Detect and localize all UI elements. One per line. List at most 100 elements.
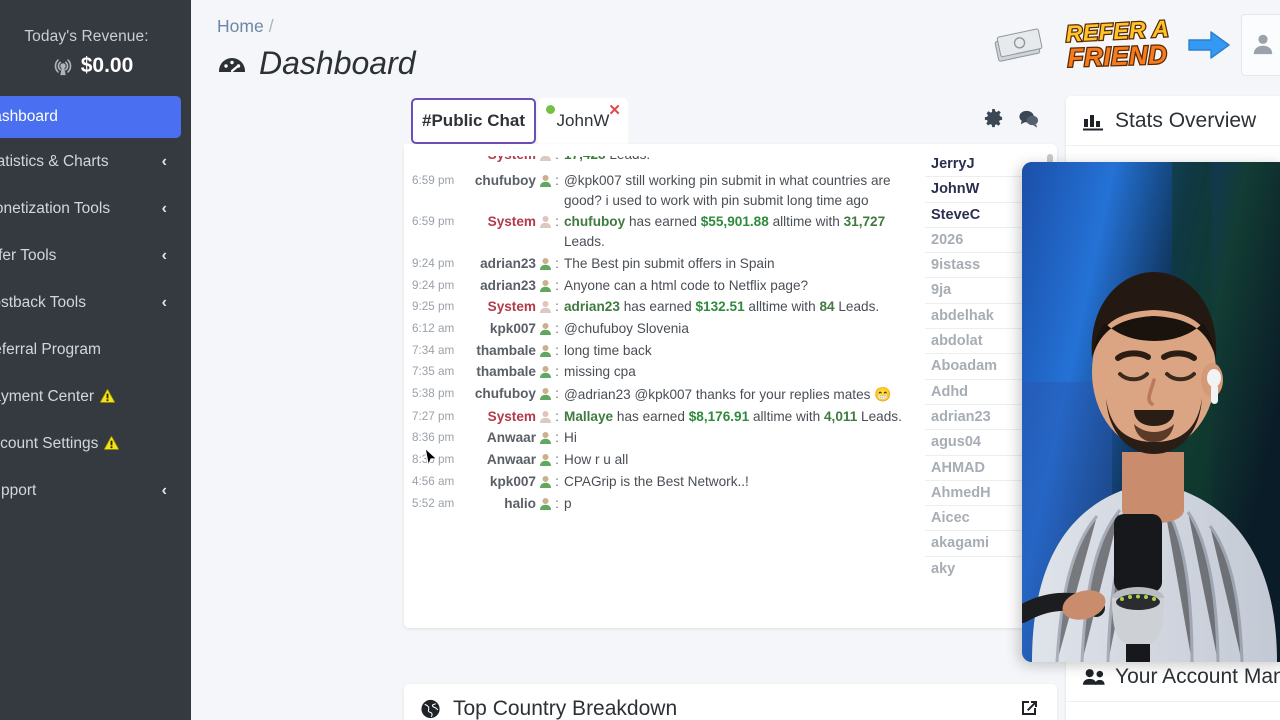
message-text: @adrian23 @kpk007 thanks for your replie… (562, 384, 904, 405)
message-text-part: @adrian23 @kpk007 thanks for your replie… (564, 387, 875, 403)
chat-message: 9:24 pm adrian23: Anyone can a html code t… (404, 275, 912, 297)
message-text: The Best pin submit offers in Spain (562, 254, 904, 274)
sidebar-item-dashboard[interactable]: Dashboard (0, 96, 181, 138)
message-timestamp: 4:56 am (412, 474, 455, 488)
message-author[interactable]: kpk007 (468, 472, 552, 492)
revenue-amount-row: $0.00 (0, 54, 191, 78)
tab-public-chat[interactable]: #Public Chat (411, 98, 536, 144)
chevron-left-icon[interactable]: ‹ (162, 153, 167, 171)
message-timestamp: 7:34 am (412, 343, 455, 357)
avatar-icon (539, 278, 552, 292)
sidebar-item-support[interactable]: Support ‹ (0, 467, 191, 514)
top-country-header: Top Country Breakdown (404, 684, 1057, 720)
message-author[interactable]: System (468, 297, 552, 317)
gauge-icon (217, 49, 247, 79)
close-icon[interactable]: ✕ (608, 101, 621, 119)
message-author[interactable]: Anwaar (468, 428, 552, 448)
message-author[interactable]: kpk007 (468, 319, 552, 339)
message-colon: : (555, 342, 559, 358)
sidebar-nav: DashboardStatistics & Charts‹Monetizatio… (0, 96, 191, 514)
message-author[interactable]: chufuboy (468, 171, 552, 210)
message-text-part: $55,901.88 (700, 214, 769, 230)
message-timestamp: 6:59 pm (412, 174, 455, 187)
chat-message: 8:36 pm Anwaar: How r u all (404, 449, 912, 471)
sidebar-item-payment-center[interactable]: Payment Center (0, 373, 191, 420)
message-author[interactable]: thambale (468, 341, 552, 361)
chevron-left-icon[interactable]: ‹ (162, 200, 167, 218)
chat-bubbles-icon[interactable] (1018, 108, 1039, 129)
chat-message: 5:38 pm chufuboy: @adrian23 @kpk007 thanks… (404, 383, 912, 406)
message-text-part: has earned (613, 408, 689, 424)
chevron-left-icon[interactable]: ‹ (162, 482, 167, 500)
sidebar-item-referral-program[interactable]: Referral Program (0, 326, 191, 373)
message-colon: : (555, 473, 559, 489)
message-text: Mallaye has earned $8,176.91 alltime wit… (562, 407, 904, 427)
avatar-icon (539, 321, 552, 335)
avatar-icon (539, 474, 552, 488)
chat-message: 9:24 pm adrian23: The Best pin submit offe… (404, 253, 912, 275)
sidebar-item-postback-tools[interactable]: Postback Tools ‹ (0, 279, 191, 326)
message-author[interactable]: adrian23 (468, 276, 552, 296)
chevron-left-icon[interactable]: ‹ (162, 294, 167, 312)
message-author-name: System (487, 408, 536, 424)
chat-message: 8:36 pm Anwaar: Hi (404, 427, 912, 449)
arrow-right-icon (1187, 27, 1233, 63)
message-author[interactable]: System (468, 212, 552, 251)
tab-johnw[interactable]: JohnW ✕ (538, 98, 628, 144)
message-text: @kpk007 still working pin submit in what… (562, 171, 904, 210)
message-text-part: alltime with (768, 214, 844, 230)
money-stack-icon (990, 25, 1048, 65)
message-author[interactable]: adrian23 (468, 254, 552, 274)
message-text-part: has earned (625, 214, 701, 230)
sidebar-item-monetization-tools[interactable]: Monetization Tools ‹ (0, 185, 191, 232)
chat-message: 4:56 am kpk007: CPAGrip is the Best Networ… (404, 471, 912, 493)
message-colon: : (555, 364, 559, 380)
message-author[interactable]: System (468, 407, 552, 427)
message-text-part: How r u all (564, 452, 629, 468)
message-colon: : (555, 495, 559, 511)
message-colon: : (555, 214, 559, 230)
message-author[interactable]: thambale (468, 362, 552, 382)
message-author[interactable]: chufuboy (468, 384, 552, 405)
sidebar-item-offer-tools[interactable]: Offer Tools ‹ (0, 232, 191, 279)
message-author-name: thambale (476, 342, 536, 358)
user-avatar-button[interactable] (1241, 14, 1280, 76)
refer-a-friend-banner[interactable]: REFER A FRIEND (990, 8, 1233, 82)
avatar-icon (539, 409, 552, 423)
users-icon (1082, 666, 1105, 688)
sidebar-item-statistics-charts[interactable]: Statistics & Charts ‹ (0, 138, 191, 185)
message-text: CPAGrip is the Best Network..! (562, 472, 904, 492)
account-manager-card: Your Account Manager (1066, 652, 1280, 720)
stats-overview-title: Stats Overview (1115, 108, 1257, 132)
gear-icon[interactable] (983, 108, 1004, 129)
sidebar-item-label: Referral Program (0, 340, 101, 358)
message-timestamp: 7:35 am (412, 365, 455, 379)
chat-card: System:17,428 Leads. 6:59 pm chufuboy: @kpk… (404, 144, 1126, 628)
message-timestamp: 9:24 pm (412, 278, 455, 292)
message-text-part: 31,727 (843, 214, 886, 230)
chat-message-list[interactable]: System:17,428 Leads. 6:59 pm chufuboy: @kpk… (404, 144, 912, 578)
message-text-part: chufuboy (564, 214, 626, 230)
avatar (1251, 31, 1275, 60)
message-text-part: adrian23 (564, 299, 620, 315)
external-link-icon[interactable] (1019, 698, 1039, 718)
message-author-name: adrian23 (480, 255, 536, 271)
message-timestamp: 7:27 pm (412, 409, 455, 423)
webcam-video (1022, 162, 1280, 662)
message-author[interactable]: Anwaar (468, 450, 552, 470)
message-timestamp: 6:59 pm (412, 215, 455, 229)
message-text-part: 84 (819, 299, 835, 315)
bar-chart-icon (1082, 110, 1105, 132)
message-text: missing cpa (562, 362, 904, 382)
broadcast-icon (52, 56, 74, 76)
message-timestamp: 8:36 pm (412, 431, 455, 445)
message-author-name: thambale (476, 364, 536, 380)
chat-message: 7:34 am thambale: long time back (404, 340, 912, 362)
sidebar-item-account-settings[interactable]: Account Settings (0, 420, 191, 467)
message-author[interactable]: halio (468, 494, 552, 514)
message-text: chufuboy has earned $55,901.88 alltime w… (562, 212, 904, 251)
breadcrumb-home[interactable]: Home (217, 16, 264, 36)
message-timestamp: 5:52 am (412, 496, 455, 510)
chevron-left-icon[interactable]: ‹ (162, 247, 167, 265)
avatar-icon (539, 496, 552, 510)
